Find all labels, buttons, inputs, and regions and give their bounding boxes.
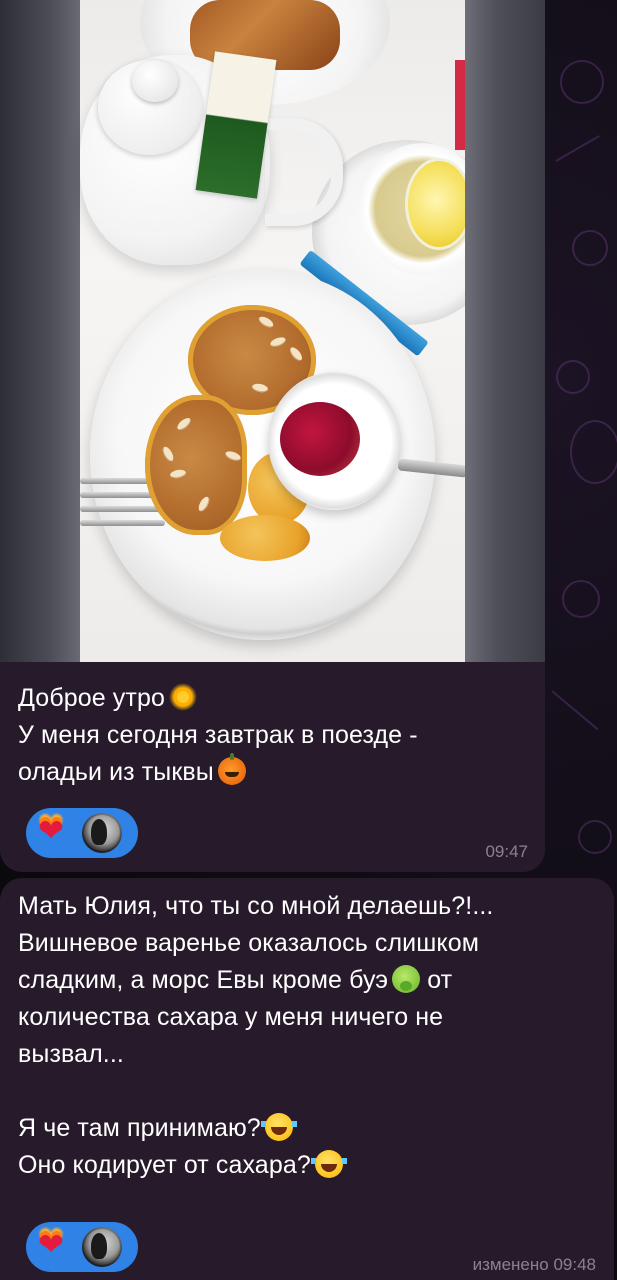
message-line-text: Доброе утро	[18, 684, 165, 712]
laughing-emoji-icon	[310, 1150, 347, 1178]
message-line: Оно кодирует от сахара?	[18, 1147, 608, 1184]
wallpaper-doodle	[556, 360, 590, 394]
pumpkin-emoji-icon	[217, 753, 246, 785]
message-text: Мать Юлия, что ты со мной делаешь?!... В…	[18, 888, 608, 1184]
wallpaper-doodle	[560, 60, 604, 104]
heart-on-fire-icon	[38, 1227, 70, 1263]
message-bubble[interactable]: Доброе утро У меня сегодня завтрак в пое…	[0, 0, 545, 872]
message-line: количества сахара у меня ничего не	[18, 999, 608, 1036]
wallpaper-doodle	[555, 135, 600, 162]
message-line-text: Мать Юлия, что ты со мной делаешь?!...	[18, 892, 494, 920]
message-line-text: от	[427, 966, 453, 994]
message-line-text: оладьи из тыквы	[18, 758, 214, 786]
photo-fork	[80, 506, 165, 512]
wallpaper-doodle	[578, 820, 612, 854]
nauseated-emoji-icon	[392, 965, 421, 993]
photo-blurred-edge	[465, 0, 545, 662]
heart-on-fire-icon	[38, 813, 70, 849]
wallpaper-doodle	[562, 580, 600, 618]
reaction-button[interactable]	[26, 808, 138, 858]
photo-blurred-edge	[0, 0, 80, 662]
message-line: Вишневое варенье оказалось слишком	[18, 925, 608, 962]
laughing-emoji-icon	[260, 1113, 297, 1141]
photo-pancake	[145, 395, 247, 535]
photo-peach	[220, 515, 310, 561]
avatar[interactable]	[82, 813, 122, 853]
message-line-text: Я че там принимаю?	[18, 1114, 261, 1142]
message-bubble[interactable]: Мать Юлия, что ты со мной делаешь?!... В…	[0, 878, 614, 1280]
message-line: Я че там принимаю?	[18, 1110, 608, 1147]
sun-emoji-icon	[168, 683, 197, 711]
wallpaper-doodle	[572, 230, 608, 266]
wallpaper-doodle	[551, 690, 599, 731]
photo-jam	[280, 402, 360, 476]
message-line-text: Вишневое варенье оказалось слишком	[18, 929, 479, 957]
message-line-text: сладким, а морс Евы кроме буэ	[18, 966, 389, 994]
message-line: Доброе утро	[18, 680, 533, 717]
message-line-text: У меня сегодня завтрак в поезде -	[18, 721, 418, 749]
message-line-text: Оно кодирует от сахара?	[18, 1151, 311, 1179]
message-line: сладким, а морс Евы кроме буэ от	[18, 962, 608, 999]
reaction-button[interactable]	[26, 1222, 138, 1272]
message-photo[interactable]	[0, 0, 545, 662]
wallpaper-doodle	[570, 420, 617, 484]
message-text: Доброе утро У меня сегодня завтрак в пое…	[18, 680, 533, 791]
message-line: Мать Юлия, что ты со мной делаешь?!...	[18, 888, 608, 925]
avatar[interactable]	[82, 1227, 122, 1267]
message-time: изменено 09:48	[472, 1255, 596, 1274]
message-line: оладьи из тыквы	[18, 753, 533, 791]
message-time: 09:47	[485, 842, 528, 861]
chat-view[interactable]: Доброе утро У меня сегодня завтрак в пое…	[0, 0, 617, 1280]
photo-lemon	[405, 158, 473, 250]
message-line-text: количества сахара у меня ничего не	[18, 1003, 444, 1031]
message-line: У меня сегодня завтрак в поезде -	[18, 717, 533, 754]
photo-fork	[80, 520, 165, 526]
photo-teapot-knob	[132, 60, 178, 102]
message-line-text: вызвал...	[18, 1040, 124, 1068]
message-line: вызвал...	[18, 1036, 608, 1073]
